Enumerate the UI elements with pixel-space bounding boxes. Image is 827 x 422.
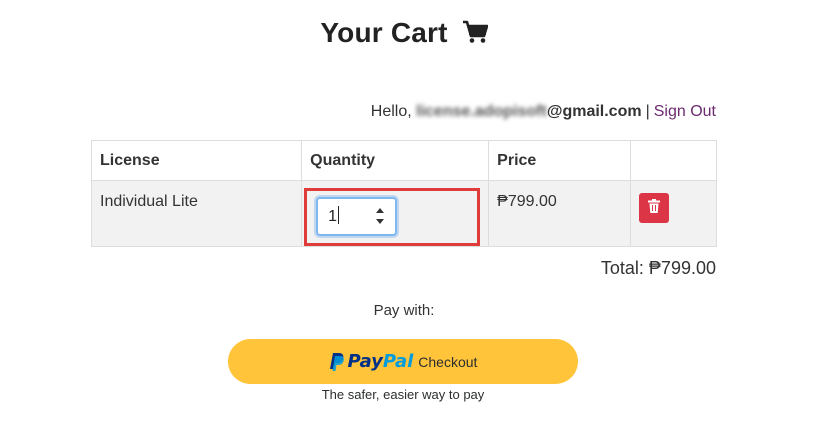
trash-icon [648,198,661,218]
user-greeting: Hello, license.adopisoft@gmail.com | Sign … [371,103,716,121]
column-header-price: Price [488,140,632,181]
delete-item-button[interactable] [639,193,670,223]
column-header-quantity: Quantity [301,140,490,181]
cart-table: License Quantity Price Individual Lite 1 [90,140,717,247]
user-email: license.adopisoft@gmail.com [416,103,641,120]
separator: | [645,103,650,120]
paypal-tagline: The safer, easier way to pay [321,387,485,402]
quantity-cell: 1 [301,180,490,247]
decrement-arrow-icon [376,219,385,224]
increment-arrow-icon [376,208,385,213]
quantity-highlight-box: 1 [304,188,481,246]
column-header-actions [630,140,717,181]
license-cell: Individual Lite [90,180,303,247]
paypal-pal-text: Pal [382,351,414,372]
pay-with-label: Pay with: [373,302,435,319]
price-cell: ₱799.00 [488,180,632,247]
column-header-license: License [90,140,303,181]
paypal-checkout-button[interactable]: Pay Pal Checkout [228,339,578,384]
email-domain: @gmail.com [546,103,642,120]
cart-total: Total: ₱799.00 [600,258,716,278]
paypal-pay-text: Pay [347,351,383,372]
shopping-cart-icon [462,19,488,51]
table-row: Individual Lite 1 ₱799.00 [90,180,717,247]
table-header-row: License Quantity Price [90,140,717,181]
email-redacted: license.adopisoft [416,103,547,120]
greeting-text: Hello, [370,103,412,120]
paypal-logo: Pay Pal [329,351,414,372]
text-caret [338,206,340,224]
page-title: Your Cart [0,17,808,51]
quantity-stepper[interactable] [375,205,385,227]
sign-out-link[interactable]: Sign Out [654,103,716,120]
paypal-p-icon [329,352,344,371]
page-title-text: Your Cart [320,17,448,48]
delete-cell [630,180,717,247]
quantity-value: 1 [328,208,338,225]
quantity-input[interactable]: 1 [316,197,398,236]
checkout-label: Checkout [418,353,478,370]
